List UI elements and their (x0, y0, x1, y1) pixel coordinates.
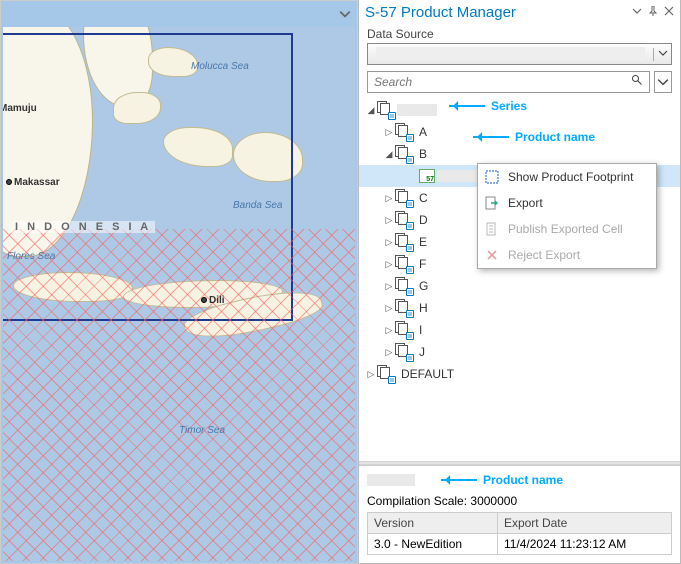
table-row[interactable]: 3.0 - NewEdition 11/4/2024 11:23:12 AM (368, 534, 672, 555)
tree-node-default[interactable]: ▷ DEFAULT (359, 363, 680, 385)
menu-publish-exported-cell: Publish Exported Cell (478, 216, 656, 242)
search-icon[interactable] (625, 73, 649, 91)
tree-node-i[interactable]: ▷I (359, 319, 680, 341)
layer-dropdown-icon[interactable] (339, 7, 351, 25)
tree-node-b[interactable]: ◢ B (359, 143, 680, 165)
label-banda: Banda Sea (233, 200, 283, 211)
reject-icon (484, 247, 500, 263)
close-icon[interactable] (664, 6, 674, 19)
data-source-label: Data Source (359, 25, 680, 43)
pin-icon[interactable] (648, 6, 658, 19)
cell-export-date: 11/4/2024 11:23:12 AM (497, 534, 671, 555)
city-dili: Dili (201, 295, 225, 306)
compilation-scale-value: 3000000 (470, 494, 517, 508)
series-redacted (397, 104, 437, 116)
s57-cell-icon (419, 169, 435, 183)
export-icon (484, 195, 500, 211)
menu-export[interactable]: Export (478, 190, 656, 216)
context-menu: Show Product Footprint Export Publish Ex… (477, 163, 657, 269)
tree-label: DEFAULT (397, 367, 458, 381)
tree-label: B (415, 147, 431, 161)
tree-node-a[interactable]: ▷ A (359, 121, 680, 143)
caret-down-icon[interactable]: ◢ (383, 149, 395, 160)
panel-title: S-57 Product Manager (365, 4, 626, 21)
tree-label: A (415, 125, 431, 139)
product-tree[interactable]: ◢ ▷ A ◢ B ▷ ▷C ▷D ▷E ▷F ▷G ▷H (359, 97, 680, 461)
col-export-date: Export Date (497, 513, 671, 534)
product-name-redacted (367, 474, 415, 486)
product-manager-panel: S-57 Product Manager Data Source ◢ ▷ (358, 0, 681, 564)
cell-version: 3.0 - NewEdition (368, 534, 498, 555)
chevron-down-icon[interactable] (653, 48, 671, 61)
caret-right-icon[interactable]: ▷ (365, 369, 377, 380)
city-makassar: Makassar (6, 177, 60, 188)
annotation-product-name-2: Product name (441, 473, 563, 487)
data-source-redacted (376, 47, 645, 61)
publish-icon (484, 221, 500, 237)
tree-node-j[interactable]: ▷J (359, 341, 680, 363)
autohide-dropdown-icon[interactable] (632, 6, 642, 19)
series-icon (377, 366, 395, 382)
search-options-dropdown[interactable] (654, 71, 672, 93)
caret-down-icon[interactable]: ◢ (365, 105, 377, 116)
export-history-table: Version Export Date 3.0 - NewEdition 11/… (367, 512, 672, 555)
label-molucca: Molucca Sea (191, 61, 249, 72)
tree-node-g[interactable]: ▷G (359, 275, 680, 297)
menu-show-product-footprint[interactable]: Show Product Footprint (478, 164, 656, 190)
data-source-combo[interactable] (367, 43, 672, 65)
search-input-wrapper[interactable] (367, 71, 650, 93)
city-mamuju: Mamuju (3, 103, 37, 114)
map-pane[interactable]: Molucca Sea Banda Sea Flores Sea Timor S… (0, 0, 358, 564)
map-canvas[interactable]: Molucca Sea Banda Sea Flores Sea Timor S… (3, 27, 355, 561)
label-timor: Timor Sea (179, 425, 225, 436)
tree-node-h[interactable]: ▷H (359, 297, 680, 319)
label-flores: Flores Sea (7, 251, 55, 262)
series-icon (377, 102, 395, 118)
compilation-scale-label: Compilation Scale: (367, 494, 467, 508)
footprint-icon (484, 169, 500, 185)
label-indonesia: I N D O N E S I A (11, 221, 155, 233)
panel-header: S-57 Product Manager (359, 0, 680, 25)
details-pane: Product name Compilation Scale: 3000000 … (359, 465, 680, 563)
product-group-icon (395, 146, 413, 162)
search-input[interactable] (368, 75, 625, 89)
menu-reject-export: Reject Export (478, 242, 656, 268)
tree-series-root[interactable]: ◢ (359, 99, 680, 121)
caret-right-icon[interactable]: ▷ (383, 127, 395, 138)
product-group-icon (395, 124, 413, 140)
col-version: Version (368, 513, 498, 534)
